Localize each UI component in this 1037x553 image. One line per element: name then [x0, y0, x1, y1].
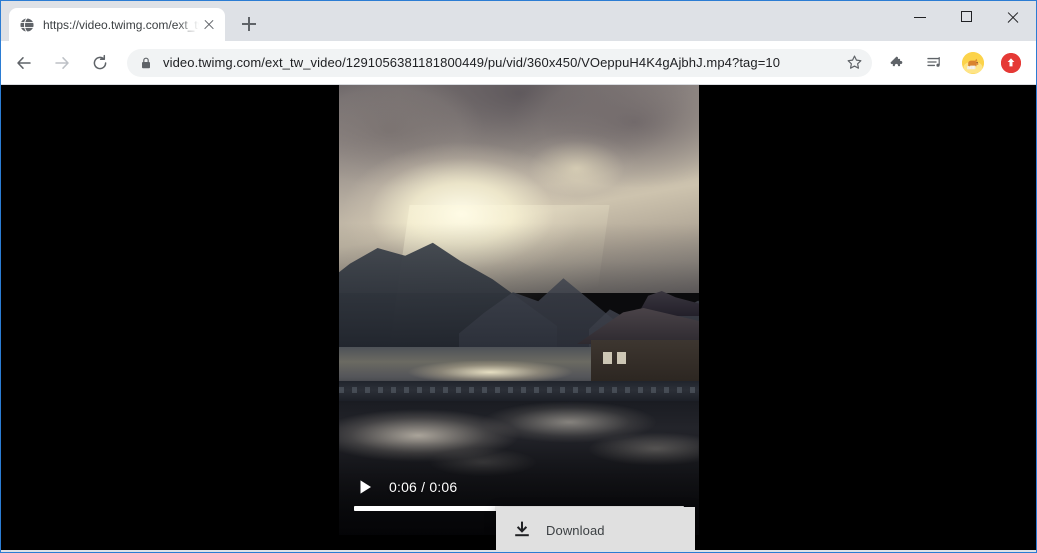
forward-arrow-icon — [55, 56, 69, 69]
download-icon — [510, 518, 534, 542]
profile-button[interactable] — [995, 47, 1027, 79]
profile-avatar-icon — [1001, 52, 1021, 73]
minimize-button[interactable] — [898, 1, 944, 33]
browser-toolbar: video.twimg.com/ext_tw_video/12910563811… — [1, 41, 1036, 85]
play-icon[interactable] — [351, 473, 379, 501]
window-controls — [898, 1, 1036, 33]
corgi-extension-button[interactable] — [957, 47, 989, 79]
back-arrow-icon — [17, 56, 31, 69]
video-player[interactable]: 0:06 / 0:06 — [339, 85, 699, 535]
context-menu-item-download[interactable]: Download — [496, 507, 695, 550]
video-time-display: 0:06 / 0:06 — [389, 479, 458, 495]
globe-icon — [19, 17, 35, 33]
context-menu-label: Download — [546, 522, 605, 538]
close-tab-icon[interactable] — [201, 17, 217, 33]
maximize-button[interactable] — [944, 1, 990, 33]
reload-icon — [93, 54, 107, 69]
tab-strip: https://video.twimg.com/ext_tw_ — [1, 1, 1036, 41]
star-icon[interactable] — [840, 49, 868, 77]
toolbar-extension-icons — [878, 47, 1030, 79]
puzzle-piece-icon — [890, 56, 903, 66]
close-button[interactable] — [990, 1, 1036, 33]
video-frame-shore — [339, 381, 699, 403]
page-content: 0:06 / 0:06 Download — [1, 85, 1036, 550]
new-tab-button[interactable] — [235, 10, 263, 38]
extensions-button[interactable] — [881, 47, 913, 79]
video-frame-house — [577, 290, 699, 388]
url-text: video.twimg.com/ext_tw_video/12910563811… — [163, 55, 781, 70]
forward-button[interactable] — [46, 47, 78, 79]
reload-button[interactable] — [84, 47, 116, 79]
corgi-extension-icon — [962, 51, 984, 74]
browser-tab[interactable]: https://video.twimg.com/ext_tw_ — [9, 8, 225, 41]
media-control-icon — [927, 56, 940, 67]
tab-title: https://video.twimg.com/ext_tw_ — [43, 17, 199, 32]
address-bar[interactable]: video.twimg.com/ext_tw_video/12910563811… — [127, 48, 872, 77]
media-control-button[interactable] — [919, 47, 951, 79]
video-context-menu: Download Picture in picture — [496, 507, 695, 550]
back-button[interactable] — [8, 47, 40, 79]
lock-icon[interactable] — [139, 56, 153, 70]
browser-window: https://video.twimg.com/ext_tw_ video.tw… — [0, 0, 1037, 553]
